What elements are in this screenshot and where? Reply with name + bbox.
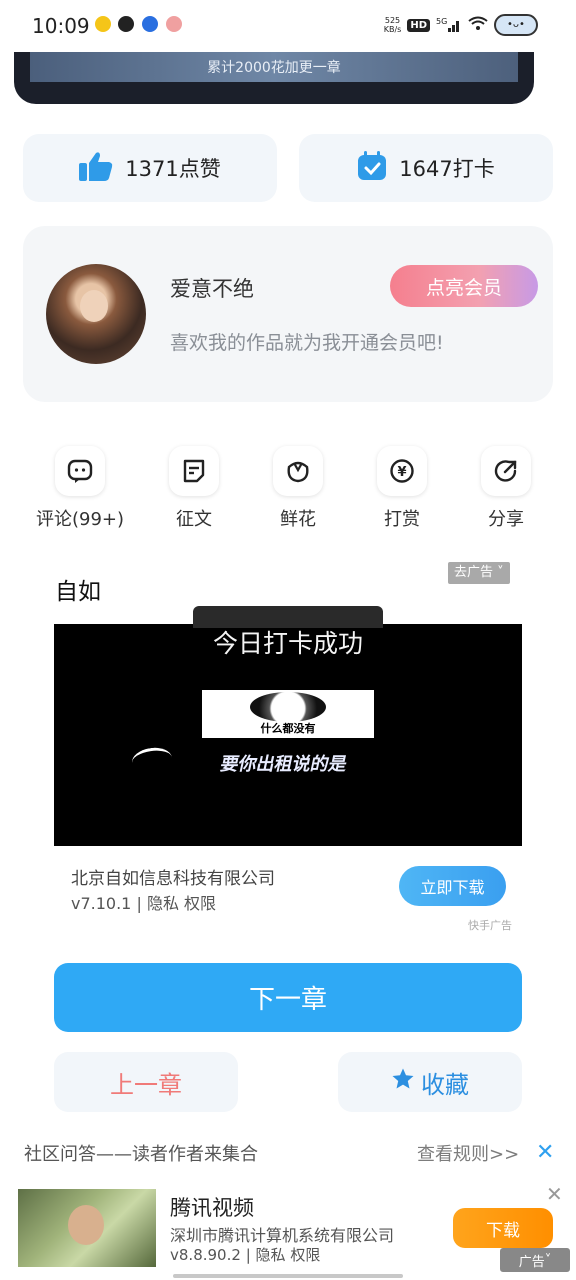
share-action[interactable]: 分享 bbox=[454, 446, 558, 531]
comment-label: 评论(99+) bbox=[35, 509, 125, 530]
checkin-button[interactable]: 1647打卡 bbox=[299, 134, 553, 202]
ad-download-button[interactable]: 立即下载 bbox=[399, 866, 506, 906]
bottom-ad-version: v8.8.90.2 bbox=[170, 1246, 241, 1264]
divider: | bbox=[136, 894, 147, 913]
next-chapter-button[interactable]: 下一章 bbox=[54, 963, 522, 1032]
svg-text:¥: ¥ bbox=[397, 465, 406, 480]
ad-privacy-link[interactable]: 隐私 bbox=[147, 894, 179, 913]
panda-face-icon bbox=[250, 692, 326, 722]
notification-app-icon bbox=[166, 16, 182, 32]
status-indicators: 525 KB/s HD 5G •ᴗ• bbox=[384, 14, 538, 36]
bottom-ad-permissions-link[interactable]: 权限 bbox=[290, 1246, 320, 1264]
remove-ad-button[interactable]: 去广告 ˅ bbox=[448, 562, 510, 584]
ad-meta: v7.10.1 | 隐私 权限 bbox=[71, 890, 216, 914]
comment-action[interactable]: 评论(99+) bbox=[28, 446, 132, 531]
signal-5g-icon: 5G bbox=[436, 16, 462, 35]
author-avatar[interactable] bbox=[46, 264, 146, 364]
svg-text:5G: 5G bbox=[436, 17, 447, 26]
collect-button[interactable]: 收藏 bbox=[338, 1052, 522, 1112]
flower-label: 鲜花 bbox=[280, 509, 316, 530]
flower-icon bbox=[273, 446, 323, 496]
collect-label: 收藏 bbox=[421, 1070, 469, 1099]
ad-tag[interactable]: 广告 ˅ bbox=[500, 1248, 570, 1272]
yuan-reward-icon: ¥ bbox=[377, 446, 427, 496]
notification-app-icon bbox=[118, 16, 134, 32]
book-banner-image: 累计2000花加更一章 bbox=[14, 52, 534, 104]
author-card: 爱意不绝 点亮会员 喜欢我的作品就为我开通会员吧! bbox=[23, 226, 553, 402]
meme-subtitle: 要你出租说的是 bbox=[218, 754, 349, 775]
like-count: 1371点赞 bbox=[125, 157, 221, 181]
meme-caption: 什么都没有 bbox=[260, 722, 316, 735]
light-up-vip-button[interactable]: 点亮会员 bbox=[390, 265, 538, 307]
flower-action[interactable]: 鲜花 bbox=[246, 446, 350, 531]
share-label: 分享 bbox=[488, 509, 524, 530]
ad-company: 北京自如信息科技有限公司 bbox=[71, 869, 275, 889]
notification-app-icon bbox=[142, 16, 158, 32]
view-rules-link[interactable]: 查看规则>> bbox=[417, 1140, 519, 1166]
star-icon bbox=[391, 1067, 415, 1097]
bottom-ad-banner[interactable]: 腾讯视频 深圳市腾讯计算机系统有限公司 v8.8.90.2 | 隐私 权限 下载… bbox=[0, 1176, 576, 1280]
bottom-ad-company: 深圳市腾讯计算机系统有限公司 bbox=[170, 1226, 395, 1245]
ad-version: v7.10.1 bbox=[71, 894, 132, 913]
community-qa-label: 社区问答——读者作者来集合 bbox=[24, 1144, 258, 1165]
battery-icon: •ᴗ• bbox=[494, 14, 538, 36]
author-name: 爱意不绝 bbox=[170, 277, 254, 301]
reward-label: 打赏 bbox=[384, 509, 420, 530]
bottom-ad-download-button[interactable]: 下载 bbox=[453, 1208, 553, 1248]
comment-icon bbox=[55, 446, 105, 496]
like-button[interactable]: 1371点赞 bbox=[23, 134, 277, 202]
share-icon bbox=[481, 446, 531, 496]
bottom-ad-privacy-link[interactable]: 隐私 bbox=[256, 1246, 286, 1264]
banner-text: 累计2000花加更一章 bbox=[30, 52, 518, 82]
checkin-success-toast: 今日打卡成功 bbox=[212, 629, 363, 658]
bottom-ad-thumbnail bbox=[18, 1189, 156, 1267]
reward-action[interactable]: ¥ 打赏 bbox=[350, 446, 454, 531]
home-indicator[interactable] bbox=[173, 1274, 403, 1278]
prev-chapter-button[interactable]: 上一章 bbox=[54, 1052, 238, 1112]
essay-label: 征文 bbox=[176, 509, 212, 530]
bottom-ad-title: 腾讯视频 bbox=[170, 1196, 254, 1220]
bottom-ad-meta: v8.8.90.2 | 隐私 权限 bbox=[170, 1244, 320, 1265]
notification-app-icon bbox=[95, 16, 111, 32]
status-time: 10:09 bbox=[32, 14, 90, 38]
close-icon[interactable]: ✕ bbox=[536, 1140, 554, 1165]
calendar-check-icon bbox=[357, 150, 387, 186]
essay-action[interactable]: 征文 bbox=[142, 446, 246, 531]
essay-icon bbox=[169, 446, 219, 496]
hd-badge: HD bbox=[407, 18, 430, 32]
bottom-ad-close-icon[interactable]: ✕ bbox=[546, 1182, 563, 1206]
status-bar: 10:09 525 KB/s HD 5G •ᴗ• bbox=[0, 0, 576, 52]
author-description: 喜欢我的作品就为我开通会员吧! bbox=[170, 332, 444, 354]
meme-image: 什么都没有 bbox=[202, 690, 374, 738]
wifi-icon bbox=[468, 16, 488, 35]
divider: | bbox=[245, 1246, 256, 1264]
ad-source-label: 快手广告 bbox=[468, 919, 512, 932]
checkin-count: 1647打卡 bbox=[399, 157, 495, 181]
thumbs-up-icon bbox=[79, 151, 113, 186]
ad-title: 自如 bbox=[55, 579, 101, 605]
ad-permissions-link[interactable]: 权限 bbox=[184, 894, 216, 913]
net-speed: 525 KB/s bbox=[383, 16, 402, 34]
